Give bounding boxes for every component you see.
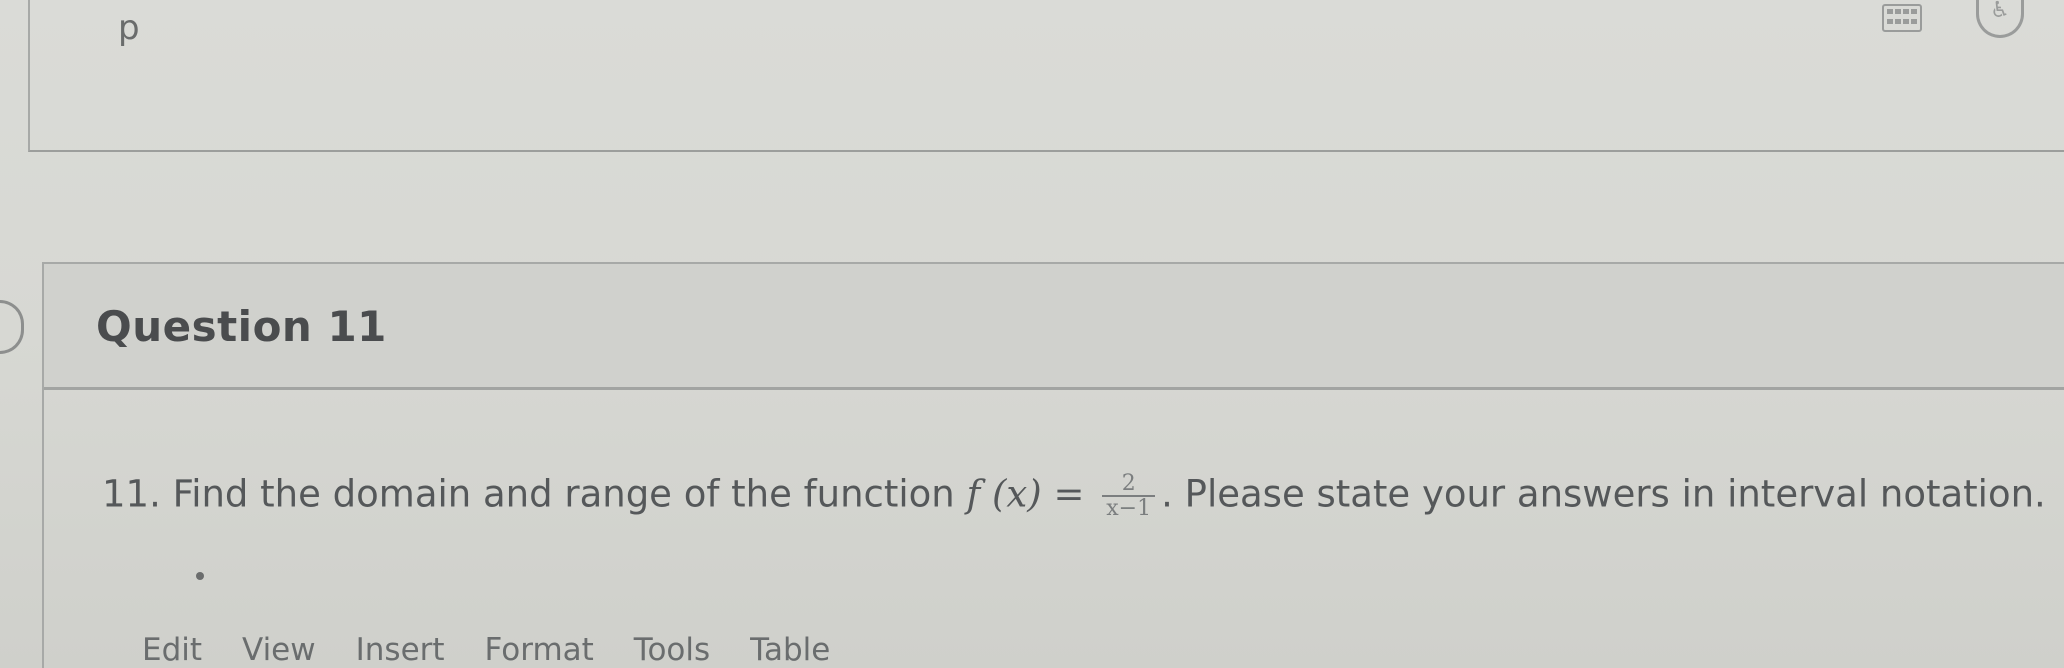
chevron-right-icon[interactable] — [0, 300, 24, 354]
question-panel: Question 11 — [42, 262, 2064, 668]
previous-answer-editor[interactable]: p — [28, 0, 2064, 152]
function-fraction: 2 x−1 — [1102, 472, 1156, 522]
keyboard-icon[interactable] — [1882, 4, 1922, 32]
fraction-denominator: x−1 — [1106, 496, 1152, 522]
question-title: Question 11 — [96, 302, 387, 351]
menu-format[interactable]: Format — [485, 632, 594, 668]
menu-view[interactable]: View — [242, 632, 316, 668]
previous-answer-text: p — [118, 8, 140, 48]
menu-table[interactable]: Table — [750, 632, 830, 668]
page: p ♿ Question 11 11. Find the domain and … — [0, 0, 2064, 668]
question-prefix: 11. Find the domain and range of the fun… — [102, 472, 955, 516]
menu-insert[interactable]: Insert — [356, 632, 445, 668]
question-suffix: . Please state your answers in interval … — [1161, 472, 2046, 516]
fraction-numerator: 2 — [1102, 472, 1156, 498]
question-header: Question 11 — [44, 264, 2064, 390]
menu-edit[interactable]: Edit — [142, 632, 202, 668]
question-text: 11. Find the domain and range of the fun… — [102, 472, 2046, 520]
editor-menubar: Edit View Insert Format Tools Table — [142, 632, 870, 668]
function-lhs: f (x) = — [966, 472, 1085, 516]
menu-tools[interactable]: Tools — [634, 632, 710, 668]
cursor-dot — [196, 572, 204, 580]
